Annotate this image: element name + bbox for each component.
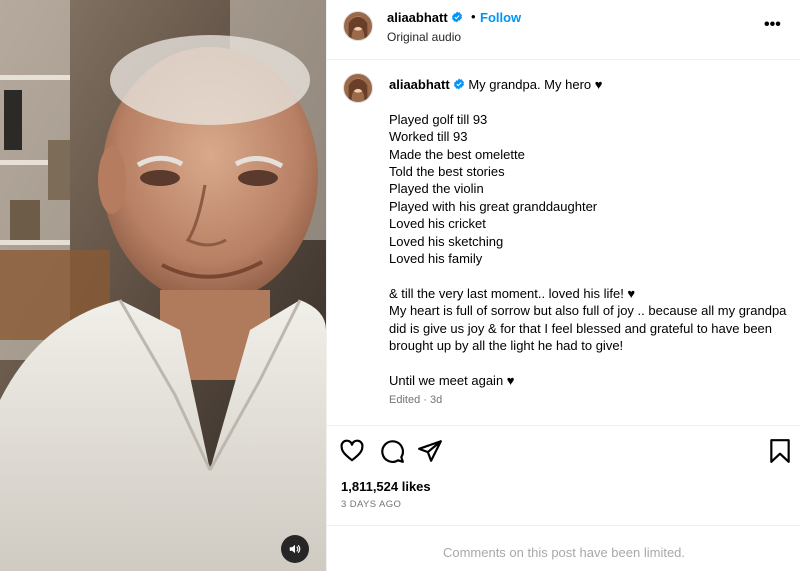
post-media[interactable] [0,0,326,571]
share-icon[interactable] [417,438,443,464]
caption-username[interactable]: aliaabhatt [389,77,450,92]
caption-line: Played with his great granddaughter [389,198,598,214]
bookmark-icon[interactable] [767,438,793,464]
speaker-icon [289,544,301,554]
caption-line: Worked till 93 [389,129,468,145]
caption-section: aliaabhatt My grandpa. My hero ♥ Played … [327,61,800,425]
verified-badge-icon [451,11,462,23]
comment-icon[interactable] [379,438,405,464]
caption-text: aliaabhatt My grandpa. My hero ♥ Played … [389,76,789,389]
verified-badge-icon [453,78,464,90]
post-details-panel: aliaabhatt • Follow Original audio ••• a… [326,0,800,571]
caption-title: My grandpa. My hero ♥ [468,77,603,92]
caption-line: Played the violin [389,181,484,197]
caption-line: Loved his cricket [389,216,486,232]
audio-toggle-button[interactable] [281,535,309,563]
more-options-icon[interactable]: ••• [764,16,781,34]
caption-paragraph: My heart is full of sorrow but also full… [389,303,787,354]
caption-line: Told the best stories [389,164,505,180]
post-photo [0,0,326,571]
caption-line: Made the best omelette [389,146,525,162]
comments-limited-text: Comments on this post have been limited. [442,545,686,560]
avatar[interactable] [343,73,373,103]
comments-section: Comments on this post have been limited. [327,525,800,571]
username-link[interactable]: aliaabhatt [387,10,463,25]
edited-timestamp: Edited · 3d [389,394,443,406]
action-bar: 1,811,524 likes 3 DAYS AGO [327,425,800,525]
caption-line: Played golf till 93 [389,111,488,127]
avatar[interactable] [343,11,373,41]
follow-button[interactable]: Follow [480,10,521,25]
caption-line: Loved his family [389,251,483,267]
caption-paragraph: & till the very last moment.. loved his … [389,285,636,301]
likes-count[interactable]: 1,811,524 likes [341,479,431,494]
original-audio-link[interactable]: Original audio [387,30,461,44]
caption-paragraph: Until we meet again ♥ [389,372,515,388]
heart-icon[interactable] [339,438,365,464]
post-header: aliaabhatt • Follow Original audio ••• [327,0,800,60]
separator-dot: • [471,9,476,24]
post-time: 3 DAYS AGO [341,499,402,510]
caption-line: Loved his sketching [389,233,504,249]
